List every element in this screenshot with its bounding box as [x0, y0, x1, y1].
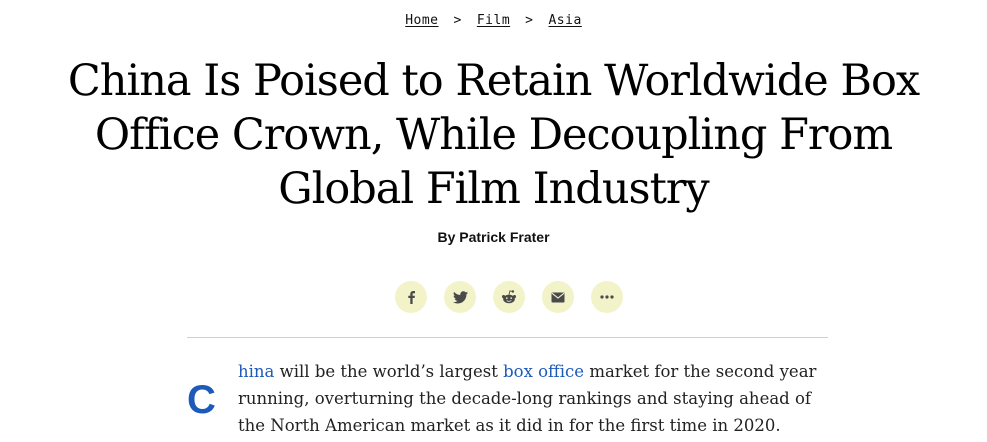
content-divider [187, 337, 828, 338]
breadcrumb-separator: > [525, 13, 534, 28]
headline-line-3: Global Film Industry [278, 164, 709, 214]
byline[interactable]: By Patrick Frater [0, 229, 987, 245]
twitter-icon [452, 290, 468, 303]
breadcrumb: Home > Film > Asia [0, 13, 987, 28]
box-office-link[interactable]: box office [503, 362, 584, 381]
breadcrumb-separator: > [453, 13, 462, 28]
share-email-button[interactable] [542, 281, 574, 313]
headline-line-1: China Is Poised to Retain Worldwide Box [67, 56, 920, 106]
breadcrumb-home-link[interactable]: Home [405, 13, 438, 28]
share-bar [395, 281, 623, 313]
share-twitter-button[interactable] [444, 281, 476, 313]
share-reddit-button[interactable] [493, 281, 525, 313]
share-more-button[interactable] [591, 281, 623, 313]
headline-line-2: Office Crown, While Decoupling From [94, 110, 893, 160]
paragraph-text: will be the world’s largest [274, 362, 504, 381]
article-first-paragraph: hina will be the world’s largest box off… [238, 358, 838, 439]
reddit-icon [502, 290, 516, 304]
breadcrumb-film-link[interactable]: Film [477, 13, 510, 28]
breadcrumb-asia-link[interactable]: Asia [548, 13, 581, 28]
china-link[interactable]: hina [238, 362, 274, 381]
email-icon [551, 292, 565, 302]
facebook-icon [408, 291, 415, 304]
more-icon [600, 295, 614, 299]
drop-cap: C [187, 378, 216, 422]
article-headline: China Is Poised to Retain Worldwide Box … [40, 54, 947, 216]
share-facebook-button[interactable] [395, 281, 427, 313]
